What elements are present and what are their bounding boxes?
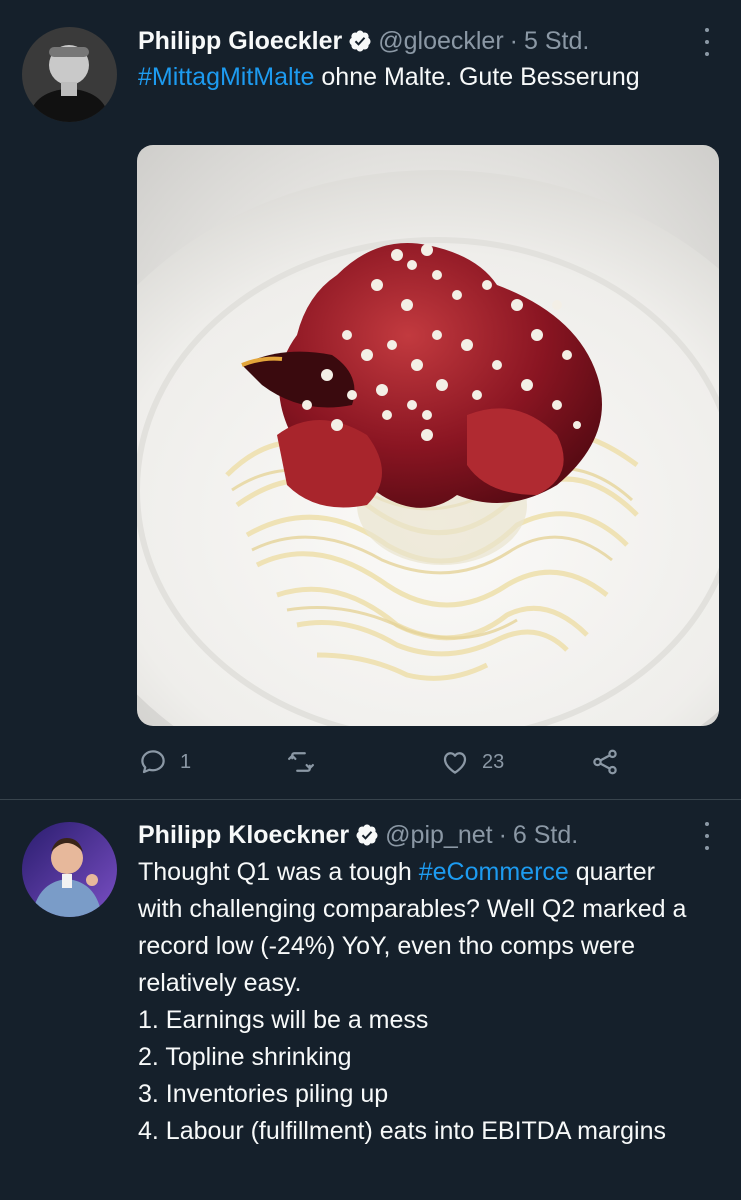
list-item: 1. Earnings will be a mess [138, 1006, 429, 1034]
tweet-actions: 1 23 [138, 744, 638, 780]
like-button[interactable]: 23 [440, 744, 504, 780]
reply-count: 1 [180, 750, 192, 773]
avatar-photo-icon [22, 822, 117, 917]
more-options-icon[interactable] [703, 28, 711, 56]
avatar[interactable] [22, 822, 117, 917]
heart-icon [443, 752, 467, 774]
verified-badge-icon [356, 824, 378, 846]
retweet-icon [288, 752, 314, 772]
reply-icon [141, 750, 165, 774]
share-icon [593, 749, 617, 775]
retweet-button[interactable] [286, 744, 328, 780]
hashtag-link[interactable]: #MittagMitMalte [138, 63, 314, 91]
tweet-header: Philipp Gloeckler @gloeckler · 5 Std. [138, 23, 589, 59]
tweet-media-image[interactable] [137, 145, 719, 726]
tweet-text-body: ohne Malte. Gute Besserung [314, 63, 640, 91]
author-handle[interactable]: @pip_net [385, 821, 492, 850]
like-count: 23 [482, 750, 505, 773]
tweet-kloeckner[interactable]: Philipp Kloeckner @pip_net · 6 Std. Thou… [0, 801, 741, 1200]
timestamp[interactable]: 6 Std. [513, 821, 578, 850]
author-handle[interactable]: @gloeckler [378, 27, 503, 56]
separator: · [498, 820, 507, 849]
food-photo-icon [137, 170, 719, 726]
list-item: 4. Labour (fulfillment) eats into EBITDA… [138, 1117, 667, 1145]
tweet-header: Philipp Kloeckner @pip_net · 6 Std. [138, 817, 578, 853]
timestamp[interactable]: 5 Std. [524, 27, 589, 56]
tweet-text: #MittagMitMalte ohne Malte. Gute Besseru… [138, 59, 698, 96]
separator: · [509, 26, 518, 55]
tweet-gloeckler[interactable]: Philipp Gloeckler @gloeckler · 5 Std. #M… [0, 0, 741, 800]
share-button[interactable] [590, 744, 620, 780]
list-item: 2. Topline shrinking [138, 1043, 352, 1071]
more-options-icon[interactable] [703, 822, 711, 850]
avatar[interactable] [22, 27, 117, 122]
tweet-divider [0, 799, 741, 800]
hashtag-link[interactable]: #eCommerce [419, 858, 569, 886]
tweet-text-intro: Thought Q1 was a tough [138, 858, 419, 886]
author-name[interactable]: Philipp Gloeckler [138, 27, 342, 56]
verified-badge-icon [349, 30, 371, 52]
reply-button[interactable]: 1 [138, 744, 191, 780]
tweet-text: Thought Q1 was a tough #eCommerce quarte… [138, 854, 698, 1150]
author-name[interactable]: Philipp Kloeckner [138, 821, 349, 850]
avatar-photo-icon [22, 27, 117, 122]
list-item: 3. Inventories piling up [138, 1080, 389, 1108]
